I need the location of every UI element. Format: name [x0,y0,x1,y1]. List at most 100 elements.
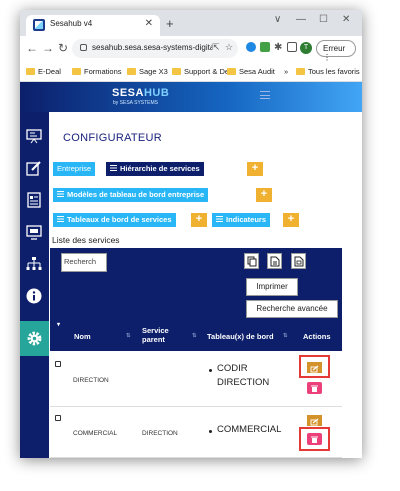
sidebar-item-settings[interactable] [20,321,49,356]
copy-button[interactable] [244,253,259,269]
cell-tableau: COMMERCIAL [217,424,282,435]
sort-icon[interactable]: ⇅ [126,333,131,339]
folder-icon [72,68,81,75]
puzzle-icon[interactable]: ✱ [274,42,282,53]
sidebar-item-monitor[interactable] [20,218,49,248]
tab-search-icon[interactable]: ∨ [274,14,281,25]
advanced-search-button[interactable]: Recherche avancée [246,300,338,318]
minimize-icon[interactable]: — [296,14,306,25]
row-checkbox[interactable] [55,361,61,367]
delete-button[interactable] [307,382,322,394]
bookmark-support-dev[interactable]: Support & Dev [172,67,233,76]
address-bar[interactable]: sesahub.sesa.sesa-systems-digital.co... … [72,39,238,58]
browser-tab[interactable]: Sesahub v4 ✕ [26,15,160,36]
address-toolbar: ← → ↻ sesahub.sesa.sesa-systems-digital.… [20,36,362,62]
add-hierarchie-button[interactable]: + [247,162,263,176]
section-label: Liste des services [52,235,120,245]
table-controls: Recherch Imprimer Recherche avancée [50,248,342,320]
page-title: CONFIGURATEUR [63,132,163,144]
export-pdf-button[interactable] [291,253,306,269]
sidebar-item-info[interactable] [20,282,49,312]
add-modeles-button[interactable]: + [256,188,272,202]
error-button[interactable]: Erreur ⋮ [316,40,356,62]
csv-file-icon [270,256,280,267]
header-service-parent[interactable]: Service parent [142,326,180,344]
profile-avatar[interactable]: T [300,42,312,54]
bookmark-sage-x3[interactable]: Sage X3 [127,67,168,76]
info-icon [26,288,42,304]
cell-service-parent: DIRECTION [142,430,178,437]
header-nom[interactable]: Nom [74,332,91,341]
tableaux-bord-services-button[interactable]: Tableaux de bord de services [53,213,176,227]
print-button[interactable]: Imprimer [246,278,298,296]
folder-icon [127,68,136,75]
table-row[interactable]: DIRECTION CODIR DIRECTION [50,351,342,407]
shield-extension-icon[interactable] [260,42,270,52]
highlight-box [299,355,330,378]
share-icon[interactable]: ⇱ [212,42,220,53]
bullet [209,430,212,433]
modeles-tableau-bord-button[interactable]: Modèles de tableau de bord entreprise [53,188,209,202]
close-window-icon[interactable]: ✕ [342,14,350,25]
list-icon [57,191,64,197]
bookmark-formations[interactable]: Formations [72,67,122,76]
folder-icon [26,68,35,75]
table-header: ▾ Nom ⇅ Service parent ⇅ Tableau(x) de b… [50,320,342,351]
cell-tableau: CODIR [217,363,248,374]
hierarchie-services-button[interactable]: Hiérarchie de services [106,162,204,176]
list-icon [216,216,223,222]
edit-document-icon [26,161,41,176]
folder-icon [296,68,305,75]
bookmarks-bar: E-Deal Formations Sage X3 Support & Dev … [20,62,362,82]
bookmarks-overflow[interactable]: » [284,67,288,76]
report-icon [27,192,41,208]
indicateurs-button[interactable]: Indicateurs [212,213,271,227]
settings-icon [27,331,42,346]
tab-strip: Sesahub v4 ✕ + ∨ — ☐ ✕ [20,10,362,36]
list-icon [57,216,64,222]
tab-title: Sesahub v4 [50,19,93,28]
add-indicateurs-button[interactable]: + [283,213,299,227]
row-checkbox[interactable] [55,415,61,421]
reload-icon[interactable]: ↻ [58,41,68,55]
search-input[interactable]: Recherch [61,253,107,272]
pdf-file-icon [294,256,304,267]
bookmark-sesa-audit[interactable]: Sesa Audit [227,67,275,76]
cell-tableau: DIRECTION [217,377,270,388]
new-tab-icon[interactable]: + [166,16,174,31]
table-row[interactable]: COMMERCIAL DIRECTION COMMERCIAL [50,407,342,458]
sidebar-item-report[interactable] [20,186,49,216]
sidebar-item-edit[interactable] [20,154,49,184]
entreprise-button[interactable]: Entreprise [53,162,96,176]
bookmark-star-icon[interactable]: ☆ [225,42,233,53]
monitor-icon [26,225,42,240]
copy-icon [247,256,257,267]
edit-button[interactable] [307,415,322,426]
menu-toggle-icon[interactable] [260,91,270,99]
close-tab-icon[interactable]: ✕ [145,18,153,29]
side-panel-icon[interactable] [287,42,297,52]
sidebar-item-presentation[interactable] [20,122,49,152]
bookmark-all-favorites[interactable]: Tous les favoris [296,67,360,76]
export-csv-button[interactable] [267,253,282,269]
add-tableaux-button[interactable]: + [191,213,207,227]
brand-logo[interactable]: SESAHUB [112,87,169,99]
select-all-checkbox[interactable]: ▾ [57,321,60,328]
sidebar-item-hierarchy[interactable] [20,250,49,280]
error-label: Erreur [323,44,346,53]
list-icon [110,165,117,171]
forward-icon[interactable]: → [42,41,54,55]
main-content: CONFIGURATEUR Entreprise Hiérarchie de s… [49,112,362,458]
folder-icon [227,68,236,75]
highlight-box [299,427,330,451]
maximize-icon[interactable]: ☐ [319,14,328,25]
sort-icon[interactable]: ⇅ [283,333,288,339]
sort-icon[interactable]: ⇅ [192,333,197,339]
header-tableaux[interactable]: Tableau(x) de bord [207,332,274,341]
cell-nom: COMMERCIAL [73,430,118,437]
trash-icon [311,385,318,392]
bookmark-e-deal[interactable]: E-Deal [26,67,61,76]
browser-window: Sesahub v4 ✕ + ∨ — ☐ ✕ ← → ↻ sesahub.ses… [20,10,362,458]
extension-icon[interactable] [246,42,256,52]
back-icon[interactable]: ← [26,41,38,55]
